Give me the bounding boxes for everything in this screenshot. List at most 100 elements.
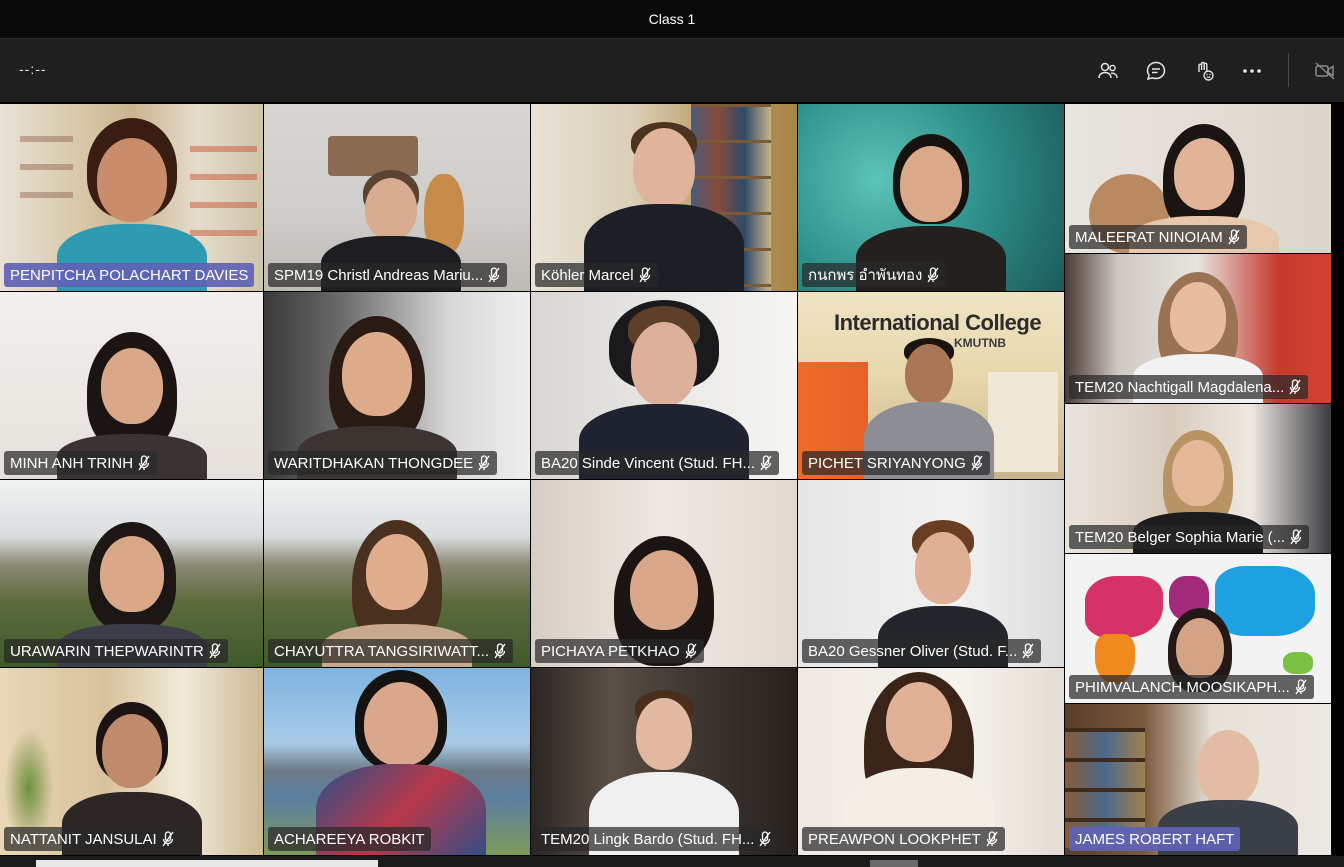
participant-nameplate: WARITDHAKAN THONGDEE [268,451,498,475]
participant-nameplate: URAWARIN THEPWARINTR [4,639,228,663]
screen-strip [36,860,378,867]
video-tile[interactable]: TEM20 Lingk Bardo (Stud. FH... [531,668,798,856]
video-tile[interactable]: PHIMVALANCH MOOSIKAPH... [1065,554,1332,704]
participant-name: SPM19 Christl Andreas Mariu... [274,266,484,284]
video-tile[interactable]: ACHAREEYA ROBKIT [264,668,531,856]
map-continent [1283,652,1313,674]
video-grid: PENPITCHA POLACHART DAVIES SPM19 Christl… [0,104,1332,856]
participants-button[interactable] [1093,56,1123,86]
participant-nameplate: TEM20 Lingk Bardo (Stud. FH... [535,827,779,851]
participant-nameplate: กนกพร อำพันทอง [802,263,947,287]
participant-nameplate: PICHAYA PETKHAO [535,639,704,663]
reactions-button[interactable] [1189,56,1219,86]
participant-nameplate: ACHAREEYA ROBKIT [268,827,431,851]
more-options-button[interactable] [1237,56,1267,86]
video-tile[interactable]: International College KMUTNB PICHET SRIY… [798,292,1065,480]
camera-toggle-button[interactable] [1310,56,1340,86]
participant-name: NATTANIT JANSULAI [10,830,157,848]
participant-nameplate: PICHET SRIYANYONG [802,451,990,475]
video-tile[interactable]: JAMES ROBERT HAFT [1065,704,1332,856]
window-titlebar: Class 1 [0,0,1344,38]
video-tile[interactable]: WARITDHAKAN THONGDEE [264,292,531,480]
participant-name: JAMES ROBERT HAFT [1075,830,1235,848]
toolbar-divider [1288,53,1289,87]
more-icon [1243,69,1261,73]
meeting-toolbar: --:-- [0,38,1344,102]
participant-name: PICHET SRIYANYONG [808,454,966,472]
participant-nameplate: MALEERAT NINOIAM [1069,225,1247,249]
participant-name: WARITDHAKAN THONGDEE [274,454,474,472]
participant-nameplate: NATTANIT JANSULAI [4,827,181,851]
participant-name: PREAWPON LOOKPHET [808,830,981,848]
participant-name: ACHAREEYA ROBKIT [274,830,425,848]
mic-muted-icon [488,267,500,283]
mic-muted-icon [927,267,939,283]
video-tile[interactable]: TEM20 Nachtigall Magdalena... [1065,254,1332,404]
participant-nameplate: Köhler Marcel [535,263,658,287]
video-tile[interactable]: PICHAYA PETKHAO [531,480,798,668]
video-tile[interactable]: BA20 Gessner Oliver (Stud. F... [798,480,1065,668]
participant-nameplate: TEM20 Belger Sophia Marie (... [1069,525,1310,549]
participant-name: MALEERAT NINOIAM [1075,228,1223,246]
participant-nameplate: MINH ANH TRINH [4,451,158,475]
video-tile[interactable]: PENPITCHA POLACHART DAVIES [0,104,264,292]
participant-name: Köhler Marcel [541,266,634,284]
camera-off-icon [1315,62,1335,80]
participant-name: MINH ANH TRINH [10,454,134,472]
mic-muted-icon [138,455,150,471]
video-tile[interactable]: SPM19 Christl Andreas Mariu... [264,104,531,292]
video-tile[interactable]: CHAYUTTRA TANGSIRIWATT... [264,480,531,668]
participant-nameplate: CHAYUTTRA TANGSIRIWATT... [268,639,514,663]
video-tile[interactable]: URAWARIN THEPWARINTR [0,480,264,668]
participant-name: PENPITCHA POLACHART DAVIES [10,266,249,284]
participant-nameplate: PREAWPON LOOKPHET [802,827,1005,851]
participant-nameplate: PENPITCHA POLACHART DAVIES [4,263,255,287]
meeting-timer: --:-- [19,61,47,77]
video-tile[interactable]: TEM20 Belger Sophia Marie (... [1065,404,1332,554]
mic-muted-icon [685,643,697,659]
mic-muted-icon [971,455,983,471]
mic-muted-icon [759,831,771,847]
mic-muted-icon [494,643,506,659]
mic-muted-icon [639,267,651,283]
video-tile[interactable]: PREAWPON LOOKPHET [798,668,1065,856]
video-tile[interactable]: กนกพร อำพันทอง [798,104,1065,292]
participant-name: PICHAYA PETKHAO [541,642,680,660]
participant-name: กนกพร อำพันทอง [808,267,923,284]
participant-nameplate: TEM20 Nachtigall Magdalena... [1069,375,1309,399]
participant-name: URAWARIN THEPWARINTR [10,642,204,660]
mic-muted-icon [986,831,998,847]
mic-muted-icon [478,455,490,471]
participant-name: BA20 Gessner Oliver (Stud. F... [808,642,1018,660]
window-title: Class 1 [648,11,696,27]
mic-muted-icon [1295,679,1307,695]
participant-name: PHIMVALANCH MOOSIKAPH... [1075,678,1290,696]
participant-name: TEM20 Belger Sophia Marie (... [1075,528,1286,546]
screen-strip [870,860,918,867]
participant-nameplate: PHIMVALANCH MOOSIKAPH... [1069,675,1314,699]
mic-muted-icon [1290,529,1302,545]
video-tile[interactable]: NATTANIT JANSULAI [0,668,264,856]
mic-muted-icon [209,643,221,659]
bottom-bar [0,856,1344,867]
participant-nameplate: JAMES ROBERT HAFT [1069,827,1241,851]
participant-name: BA20 Sinde Vincent (Stud. FH... [541,454,756,472]
video-tile[interactable]: MINH ANH TRINH [0,292,264,480]
participant-nameplate: SPM19 Christl Andreas Mariu... [268,263,508,287]
video-tile[interactable]: BA20 Sinde Vincent (Stud. FH... [531,292,798,480]
mic-muted-icon [1228,229,1240,245]
participant-name: TEM20 Lingk Bardo (Stud. FH... [541,830,755,848]
participant-name: TEM20 Nachtigall Magdalena... [1075,378,1285,396]
mic-muted-icon [760,455,772,471]
video-tile[interactable]: MALEERAT NINOIAM [1065,104,1332,254]
mic-muted-icon [1022,643,1034,659]
raise-hand-icon [1198,61,1214,81]
participant-nameplate: BA20 Sinde Vincent (Stud. FH... [535,451,780,475]
mic-muted-icon [162,831,174,847]
participant-name: CHAYUTTRA TANGSIRIWATT... [274,642,490,660]
video-tile[interactable]: Köhler Marcel [531,104,798,292]
mic-muted-icon [1289,379,1301,395]
chat-button[interactable] [1141,56,1171,86]
chat-icon [1146,61,1166,81]
participant-nameplate: BA20 Gessner Oliver (Stud. F... [802,639,1042,663]
